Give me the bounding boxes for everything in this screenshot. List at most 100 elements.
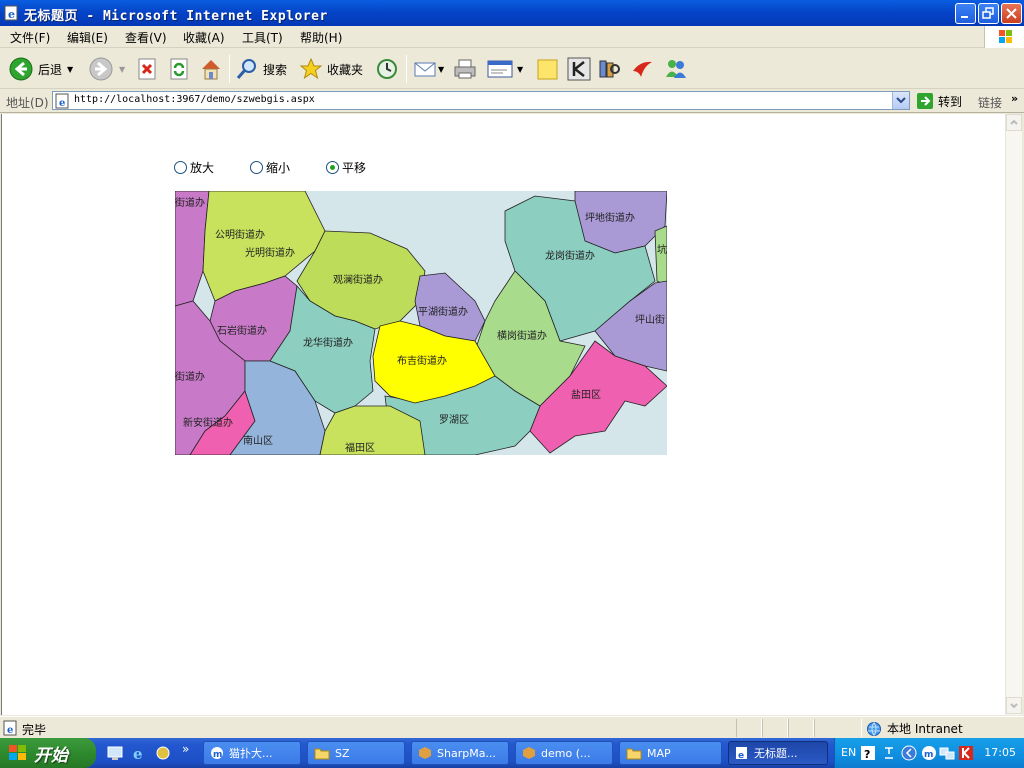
start-button[interactable]: 开始 — [0, 738, 96, 768]
radio-circle[interactable] — [250, 161, 264, 174]
forward-dropdown-icon[interactable]: ▼ — [119, 65, 125, 74]
k-button[interactable] — [567, 54, 591, 84]
links-label[interactable]: 链接 — [978, 94, 1002, 111]
minimize-button[interactable] — [955, 3, 976, 24]
back-dropdown-icon[interactable]: ▼ — [67, 65, 73, 74]
menu-tools[interactable]: 工具(T) — [242, 29, 283, 46]
search-button[interactable]: 搜索 — [235, 54, 287, 84]
network-icon[interactable] — [939, 745, 955, 761]
kaspersky-icon[interactable] — [958, 745, 974, 761]
go-button[interactable]: 转到 — [916, 92, 962, 110]
bird-button[interactable] — [630, 54, 654, 84]
stop-button[interactable] — [137, 54, 159, 84]
map-label: 石岩街道办 — [217, 324, 267, 337]
quicklaunch-desktop-icon[interactable] — [107, 745, 123, 761]
intranet-globe-icon — [867, 721, 881, 736]
discuss-button[interactable] — [536, 54, 560, 84]
tray-collapse-icon[interactable] — [901, 745, 917, 761]
help-icon[interactable]: ? — [861, 746, 875, 760]
map-label: 龙华街道办 — [303, 336, 353, 349]
menu-file[interactable]: 文件(F) — [10, 29, 50, 46]
restore-icon — [982, 7, 994, 19]
status-bar: e 完毕 本地 Intranet — [0, 716, 1024, 738]
back-button[interactable]: 后退 ▼ — [8, 54, 73, 84]
forward-button[interactable]: ▼ — [88, 54, 125, 84]
address-dropdown-button[interactable] — [892, 92, 909, 109]
menu-help[interactable]: 帮助(H) — [300, 29, 342, 46]
quicklaunch-tool-icon[interactable] — [155, 745, 171, 761]
district-map[interactable]: 街道办 公明街道办 光明街道办 观澜街道办 坪地街道办 龙岗街道办 坑 平湖街道… — [175, 191, 667, 455]
task-button-active[interactable]: e 无标题... — [728, 741, 828, 765]
restore-button[interactable] — [978, 3, 999, 24]
mail-icon — [414, 62, 436, 77]
favorites-button[interactable]: 收藏夹 — [299, 54, 363, 84]
edit-button[interactable]: ▼ — [487, 54, 523, 84]
task-button[interactable]: demo (... — [515, 741, 613, 765]
chevron-down-icon — [896, 97, 906, 104]
edit-page-icon — [487, 60, 513, 78]
close-button[interactable] — [1001, 3, 1022, 24]
refresh-icon — [170, 58, 188, 80]
favorites-star-icon — [299, 57, 323, 80]
task-label: 无标题... — [754, 747, 798, 760]
history-button[interactable] — [375, 54, 399, 84]
maxthon-icon: m — [211, 747, 223, 760]
task-button[interactable]: SZ — [307, 741, 405, 765]
windows-flag-icon — [999, 30, 1012, 43]
address-label: 地址(D) — [6, 96, 49, 110]
menu-edit[interactable]: 编辑(E) — [67, 29, 108, 46]
menu-view[interactable]: 查看(V) — [125, 29, 167, 46]
back-arrow-icon — [9, 57, 33, 81]
quicklaunch-ie-icon[interactable]: e — [131, 745, 147, 761]
map-label: 罗湖区 — [439, 414, 469, 426]
window-title: 无标题页 - Microsoft Internet Explorer — [24, 9, 328, 24]
radio-zoom-in[interactable]: 放大 — [174, 159, 214, 176]
research-button[interactable] — [598, 54, 622, 84]
maxthon-tray-icon[interactable]: m — [921, 745, 937, 761]
radio-pan[interactable]: 平移 — [326, 159, 366, 176]
task-label: demo (... — [541, 746, 591, 760]
links-chevron-icon[interactable]: » — [1011, 92, 1018, 105]
radio-circle[interactable] — [174, 161, 187, 174]
bird-icon — [633, 61, 652, 77]
region-east-strip[interactable] — [654, 225, 667, 287]
home-button[interactable] — [199, 54, 223, 84]
quicklaunch-more-icon[interactable]: » — [182, 742, 189, 756]
address-url: http://localhost:3967/demo/szwebgis.aspx — [74, 94, 315, 105]
svg-text:e: e — [59, 98, 65, 109]
svg-text:e: e — [7, 725, 13, 736]
address-input[interactable]: e http://localhost:3967/demo/szwebgis.as… — [52, 91, 910, 110]
menu-favorites[interactable]: 收藏(A) — [183, 29, 225, 46]
svg-text:e: e — [738, 751, 744, 760]
status-cell — [814, 719, 862, 737]
task-button[interactable]: MAP — [619, 741, 722, 765]
edit-dropdown-icon[interactable]: ▼ — [517, 65, 523, 74]
vertical-scrollbar[interactable] — [1005, 114, 1022, 715]
status-text: 完毕 — [22, 723, 47, 737]
mail-dropdown-icon[interactable]: ▼ — [438, 65, 444, 74]
home-icon — [202, 60, 220, 80]
scroll-down-button[interactable] — [1006, 697, 1022, 714]
print-button[interactable] — [453, 54, 477, 84]
standard-toolbar: 后退 ▼ ▼ 搜索 收藏夹 ▼ ▼ — [0, 49, 1024, 89]
ie-page-icon: e — [736, 747, 747, 760]
radio-zoom-in-label: 放大 — [190, 161, 215, 175]
language-indicator[interactable]: EN — [841, 746, 856, 759]
svg-text:m: m — [924, 750, 933, 760]
map-label: 南山区 — [243, 434, 273, 447]
favorites-label: 收藏夹 — [327, 62, 364, 77]
messenger-button[interactable] — [663, 54, 689, 84]
ime-icon[interactable] — [883, 744, 895, 762]
done-page-icon: e — [3, 720, 17, 736]
map-label: 横岗街道办 — [497, 329, 547, 342]
search-label: 搜索 — [263, 62, 288, 77]
task-button[interactable]: SharpMa... — [411, 741, 509, 765]
radio-zoom-out[interactable]: 缩小 — [250, 159, 290, 176]
task-button[interactable]: m 猫扑大... — [203, 741, 301, 765]
task-label: MAP — [647, 746, 671, 760]
mail-button[interactable]: ▼ — [413, 54, 444, 84]
radio-circle-checked[interactable] — [326, 161, 340, 174]
refresh-button[interactable] — [169, 54, 191, 84]
scroll-up-button[interactable] — [1006, 114, 1022, 131]
map-label: 龙岗街道办 — [545, 249, 595, 262]
